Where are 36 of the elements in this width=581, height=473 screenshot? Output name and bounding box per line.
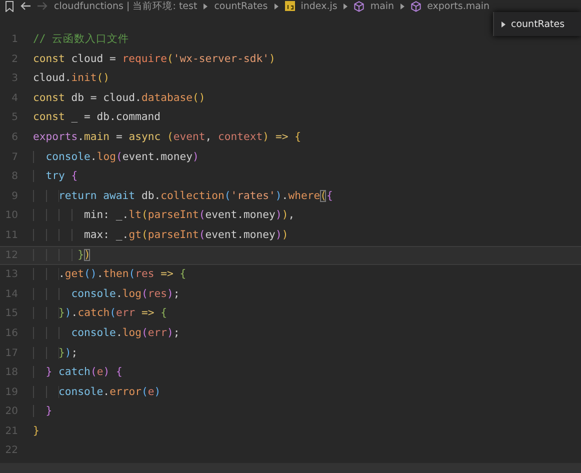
chevron-icon: [274, 2, 279, 10]
code-line: console.error(e): [33, 382, 161, 402]
outline-item[interactable]: countRates: [511, 18, 565, 30]
code-line: exports.main = async (event, context) => {: [33, 130, 301, 145]
code-line: max: _.gt(parseInt(event.money)): [33, 226, 288, 246]
code-line: return await db.collection('rates').where({: [33, 186, 333, 206]
code-line: }).catch(err => {: [33, 304, 168, 324]
file-icon: [284, 1, 295, 11]
code-line: console.log(event.money): [33, 148, 199, 168]
breadcrumb-item[interactable]: index.js: [300, 0, 338, 12]
back-arrow-icon[interactable]: [20, 1, 31, 11]
code-line: const cloud = require('wx-server-sdk'): [33, 52, 276, 67]
breadcrumb-item[interactable]: countRates: [214, 0, 268, 12]
chevron-icon: [343, 2, 348, 10]
code-line: cloud.init(): [33, 71, 110, 86]
cube-icon: [411, 0, 422, 12]
code-line: // 云函数入口文件: [33, 32, 130, 47]
code-line: try {: [33, 167, 78, 187]
chevron-icon: [400, 2, 406, 10]
expand-icon[interactable]: [501, 20, 506, 28]
code-line: console.log(err);: [33, 324, 180, 344]
code-line: } catch(e) {: [33, 363, 122, 383]
breadcrumb-item[interactable]: main: [370, 0, 394, 12]
cube-icon: [354, 0, 364, 12]
code-line: console.log(res);: [33, 284, 180, 304]
code-line: const _ = db.command: [33, 110, 161, 126]
code-line: });: [33, 344, 78, 364]
code-line: }: [33, 402, 52, 422]
code-line: const db = cloud.database(): [33, 90, 206, 106]
breadcrumb-item[interactable]: cloudfunctions | 当前环境: test: [54, 0, 198, 12]
bookmark-icon[interactable]: [5, 0, 14, 12]
code-line: }: [33, 424, 40, 439]
chevron-icon: [203, 2, 208, 10]
code-line: min: _.lt(parseInt(event.money)),: [33, 206, 295, 226]
code-line: .get().then(res => {: [33, 265, 186, 285]
breadcrumb-item[interactable]: exports.main: [427, 0, 490, 12]
